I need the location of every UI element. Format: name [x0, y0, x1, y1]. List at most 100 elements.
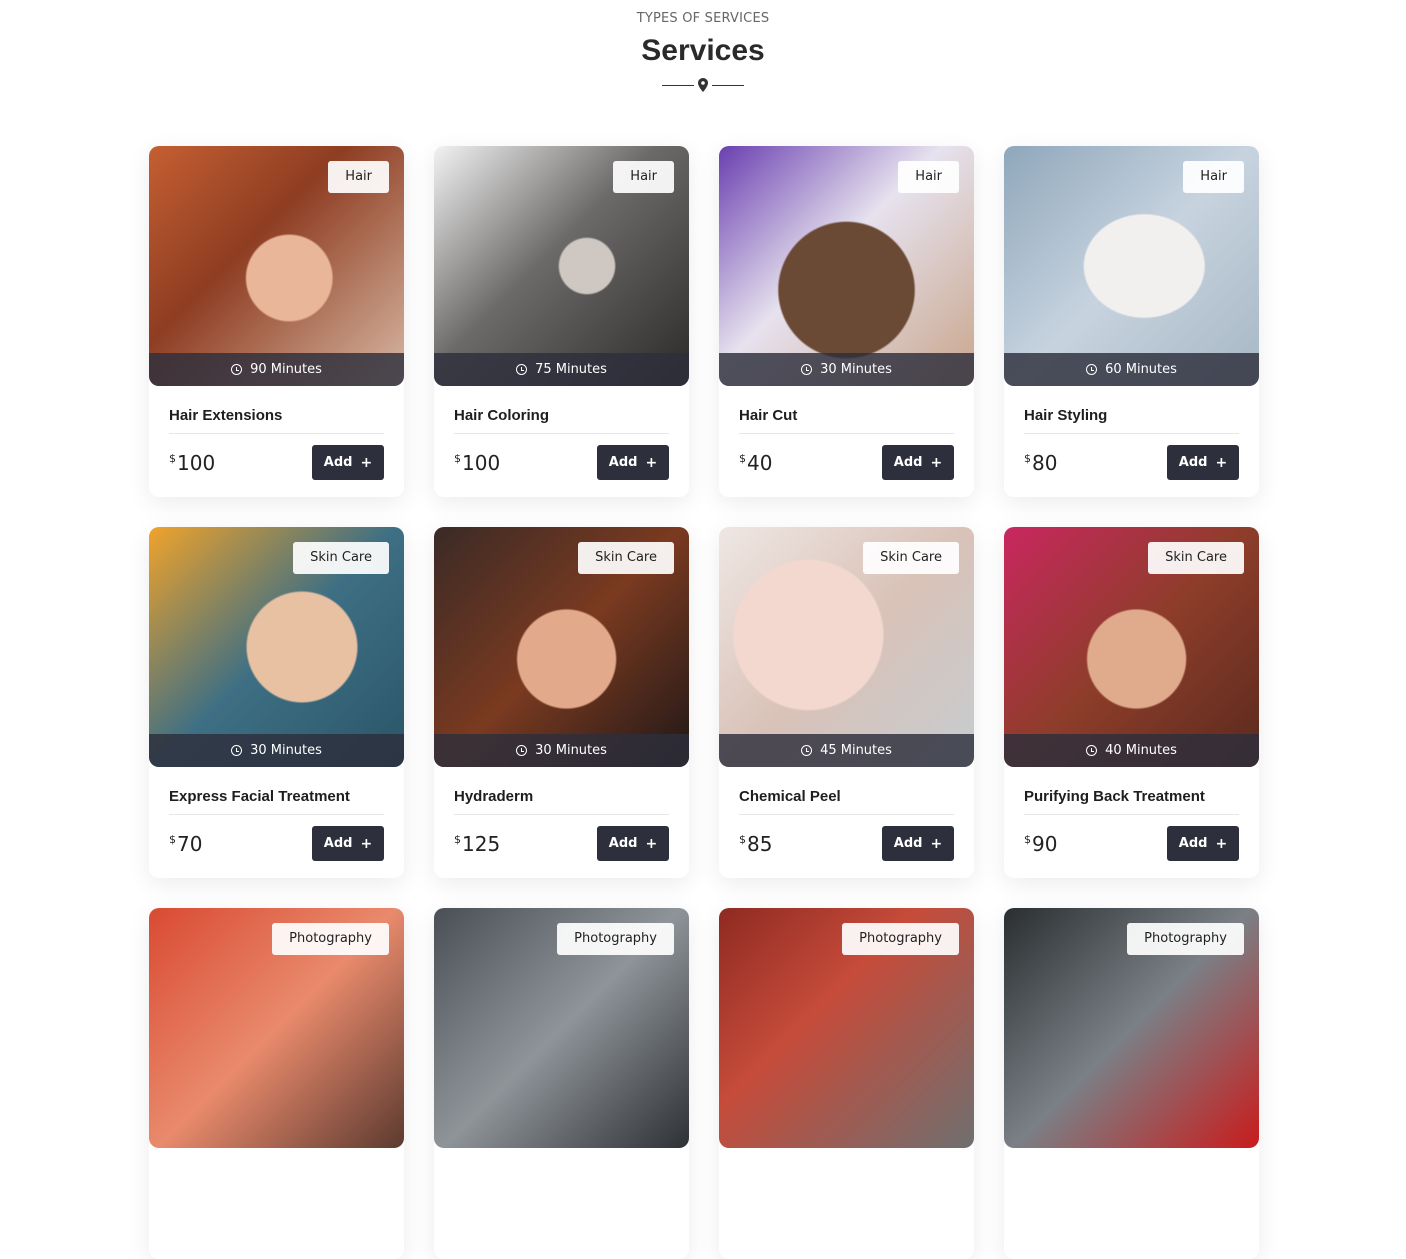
service-photo: Photography: [719, 908, 974, 1148]
duration-bar: 45 Minutes: [719, 734, 974, 767]
duration-label: 75 Minutes: [535, 362, 607, 377]
add-button[interactable]: Add +: [312, 826, 384, 861]
service-name[interactable]: Chemical Peel: [739, 788, 954, 815]
divider-line-right: [712, 84, 744, 86]
service-photo: Hair 75 Minutes: [434, 146, 689, 386]
duration-bar: 30 Minutes: [149, 734, 404, 767]
price-value: 85: [747, 831, 773, 856]
add-button-label: Add: [1178, 455, 1208, 470]
plus-icon: +: [930, 454, 943, 471]
service-card[interactable]: Photography: [719, 908, 974, 1259]
add-button-label: Add: [1178, 836, 1208, 851]
duration-bar: 90 Minutes: [149, 353, 404, 386]
service-price: $70: [169, 832, 202, 856]
service-photo: Photography: [1004, 908, 1259, 1148]
add-button-label: Add: [323, 836, 353, 851]
service-name[interactable]: Express Facial Treatment: [169, 788, 384, 815]
add-button-label: Add: [608, 455, 638, 470]
category-tag: Skin Care: [863, 542, 959, 574]
duration-bar: 30 Minutes: [434, 734, 689, 767]
add-button-label: Add: [323, 455, 353, 470]
service-photo: Skin Care 40 Minutes: [1004, 527, 1259, 767]
service-card[interactable]: Hair 90 Minutes Hair Extensions $100 Add…: [149, 146, 404, 497]
services-grid: Hair 90 Minutes Hair Extensions $100 Add…: [149, 146, 1259, 1259]
service-name[interactable]: Hydraderm: [454, 788, 669, 815]
service-name[interactable]: Purifying Back Treatment: [1024, 788, 1239, 815]
price-value: 40: [747, 450, 773, 475]
price-value: 70: [177, 831, 203, 856]
service-card[interactable]: Skin Care 40 Minutes Purifying Back Trea…: [1004, 527, 1259, 878]
title-divider: [0, 78, 1406, 92]
service-photo: Hair 90 Minutes: [149, 146, 404, 386]
price-value: 100: [462, 450, 501, 475]
service-card[interactable]: Skin Care 30 Minutes Hydraderm $125 Add +: [434, 527, 689, 878]
duration-label: 40 Minutes: [1105, 743, 1177, 758]
service-card[interactable]: Hair 30 Minutes Hair Cut $40 Add +: [719, 146, 974, 497]
service-card[interactable]: Hair 60 Minutes Hair Styling $80 Add +: [1004, 146, 1259, 497]
service-price: $100: [169, 451, 215, 475]
service-card[interactable]: Skin Care 45 Minutes Chemical Peel $85 A…: [719, 527, 974, 878]
duration-label: 30 Minutes: [250, 743, 322, 758]
service-photo: Hair 60 Minutes: [1004, 146, 1259, 386]
service-photo: Skin Care 45 Minutes: [719, 527, 974, 767]
add-button[interactable]: Add +: [1167, 445, 1239, 480]
service-price: $125: [454, 832, 500, 856]
service-price: $40: [739, 451, 772, 475]
service-card[interactable]: Photography: [434, 908, 689, 1259]
duration-label: 30 Minutes: [820, 362, 892, 377]
add-button[interactable]: Add +: [312, 445, 384, 480]
plus-icon: +: [360, 835, 373, 852]
add-button-label: Add: [608, 836, 638, 851]
service-photo: Skin Care 30 Minutes: [434, 527, 689, 767]
service-card[interactable]: Photography: [149, 908, 404, 1259]
service-card[interactable]: Skin Care 30 Minutes Express Facial Trea…: [149, 527, 404, 878]
plus-icon: +: [930, 835, 943, 852]
currency-symbol: $: [1024, 832, 1031, 846]
duration-label: 30 Minutes: [535, 743, 607, 758]
service-card[interactable]: Hair 75 Minutes Hair Coloring $100 Add +: [434, 146, 689, 497]
service-price: $90: [1024, 832, 1057, 856]
add-button[interactable]: Add +: [882, 826, 954, 861]
category-tag: Skin Care: [1148, 542, 1244, 574]
duration-bar: 60 Minutes: [1004, 353, 1259, 386]
category-tag: Hair: [1183, 161, 1244, 193]
category-tag: Skin Care: [578, 542, 674, 574]
service-name[interactable]: Hair Extensions: [169, 407, 384, 434]
plus-icon: +: [1215, 835, 1228, 852]
currency-symbol: $: [169, 451, 176, 465]
service-price: $85: [739, 832, 772, 856]
clock-icon: [231, 364, 243, 375]
currency-symbol: $: [454, 832, 461, 846]
divider-line-left: [662, 84, 694, 86]
service-name[interactable]: Hair Styling: [1024, 407, 1239, 434]
add-button-label: Add: [893, 455, 923, 470]
add-button[interactable]: Add +: [597, 826, 669, 861]
currency-symbol: $: [169, 832, 176, 846]
category-tag: Photography: [1127, 923, 1244, 955]
service-card[interactable]: Photography: [1004, 908, 1259, 1259]
duration-label: 90 Minutes: [250, 362, 322, 377]
clock-icon: [801, 745, 813, 756]
clock-icon: [231, 745, 243, 756]
duration-label: 45 Minutes: [820, 743, 892, 758]
add-button[interactable]: Add +: [882, 445, 954, 480]
clock-icon: [516, 745, 528, 756]
add-button[interactable]: Add +: [597, 445, 669, 480]
clock-icon: [1086, 745, 1098, 756]
add-button[interactable]: Add +: [1167, 826, 1239, 861]
section-header: TYPES OF SERVICES Services: [0, 0, 1406, 92]
page-title: Services: [641, 34, 765, 67]
duration-label: 60 Minutes: [1105, 362, 1177, 377]
service-name[interactable]: Hair Cut: [739, 407, 954, 434]
duration-bar: 75 Minutes: [434, 353, 689, 386]
currency-symbol: $: [1024, 451, 1031, 465]
price-value: 90: [1032, 831, 1058, 856]
category-tag: Photography: [272, 923, 389, 955]
section-eyebrow: TYPES OF SERVICES: [636, 11, 770, 26]
map-pin-icon: [698, 78, 708, 92]
service-name[interactable]: Hair Coloring: [454, 407, 669, 434]
price-value: 80: [1032, 450, 1058, 475]
category-tag: Photography: [842, 923, 959, 955]
service-photo: Photography: [434, 908, 689, 1148]
clock-icon: [801, 364, 813, 375]
